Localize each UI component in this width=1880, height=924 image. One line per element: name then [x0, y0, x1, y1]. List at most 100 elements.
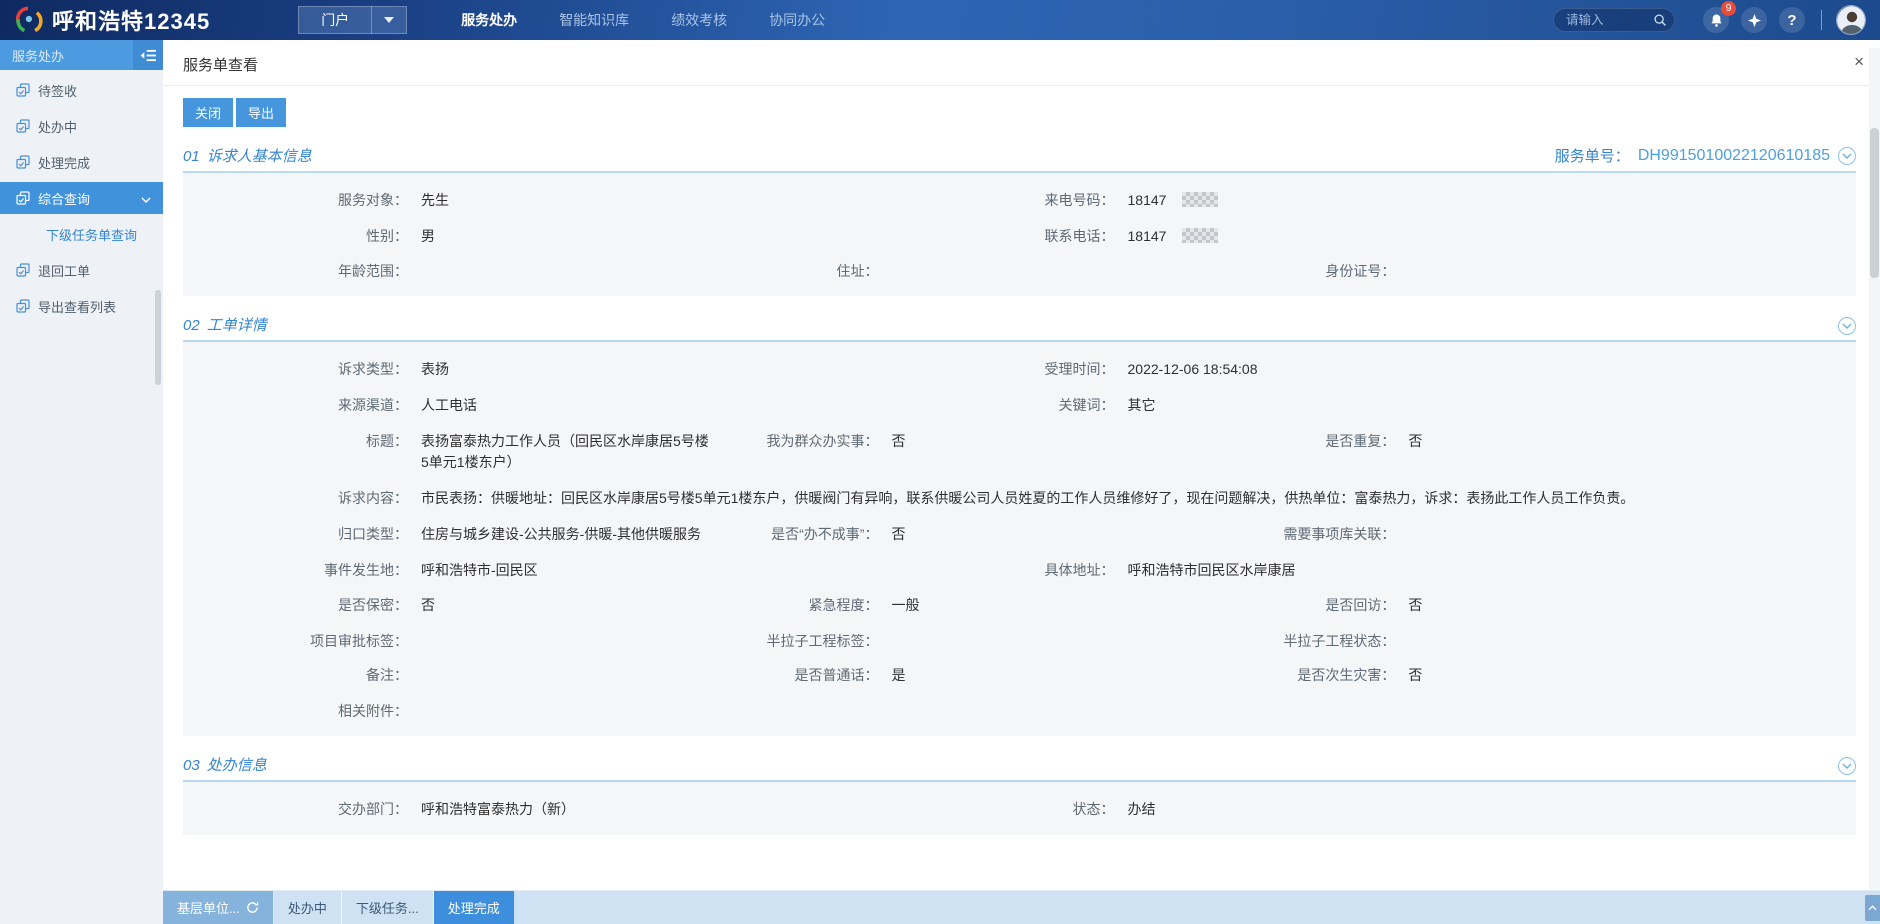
field-label: 半拉子工程状态：: [1245, 631, 1395, 651]
field-label: 具体地址：: [1020, 560, 1115, 580]
field-value: 呼和浩特市回民区水岸康居: [1128, 560, 1296, 582]
nav-service-handling[interactable]: 服务处办: [461, 10, 517, 30]
sidebar-header: 服务处办: [0, 40, 163, 70]
user-avatar[interactable]: [1836, 5, 1866, 35]
field-label: 项目审批标签：: [183, 631, 408, 651]
field-label: 我为群众办实事：: [743, 431, 878, 451]
chevron-down-icon: [141, 191, 151, 206]
help-button[interactable]: ?: [1779, 7, 1805, 33]
sidebar-item-label: 导出查看列表: [38, 297, 116, 316]
sidebar-item-in-progress[interactable]: 处办中: [0, 110, 163, 142]
field-cell: 来源渠道：人工电话: [183, 388, 1020, 424]
section-collapse-button[interactable]: [1838, 757, 1856, 775]
close-button[interactable]: 关闭: [183, 98, 233, 127]
order-number-label: 服务单号：: [1555, 145, 1630, 166]
nav-knowledge-base[interactable]: 智能知识库: [559, 10, 629, 30]
field-row: 服务对象：先生来电号码： 18147: [183, 183, 1856, 219]
field-label: 性别：: [183, 226, 408, 246]
field-label: 紧急程度：: [743, 595, 878, 615]
tab-label: 基层单位...: [177, 898, 240, 917]
nav-performance-review[interactable]: 绩效考核: [671, 10, 727, 30]
portal-dropdown-toggle[interactable]: [372, 17, 406, 23]
app-logo: 呼和浩特12345: [12, 3, 210, 38]
global-search: [1553, 8, 1675, 32]
tab-grassroots-unit[interactable]: 基层单位...: [163, 891, 274, 924]
question-mark-icon: ?: [1787, 12, 1796, 29]
field-cell: 来电号码： 18147: [1020, 183, 1857, 219]
search-icon[interactable]: [1653, 13, 1667, 27]
field-cell: 项目审批标签：: [183, 624, 743, 658]
field-label: 诉求内容：: [183, 488, 408, 508]
scrollbar-thumb[interactable]: [1870, 128, 1879, 278]
document-icon: [16, 191, 30, 205]
basic-info-panel: 服务对象：先生来电号码：18147性别：男联系电话：18147年龄范围：住址：身…: [183, 173, 1856, 296]
field-value: 男: [421, 226, 435, 248]
main-content: 服务单查看 × 关闭 导出 01诉求人基本信息 服务单号： DH99150100…: [163, 40, 1880, 924]
field-cell: 需要事项库关联：: [1245, 517, 1856, 553]
field-label: 是否重复：: [1245, 431, 1395, 451]
scroll-to-top-button[interactable]: [1865, 895, 1880, 921]
field-label: 诉求类型：: [183, 359, 408, 379]
sidebar-item-returned-orders[interactable]: 退回工单: [0, 254, 163, 286]
tab-completed[interactable]: 处理完成: [434, 891, 515, 924]
field-row: 标题：表扬富泰热力工作人员（回民区水岸康居5号楼5单元1楼东户）我为群众办实事：…: [183, 424, 1856, 481]
section-number: 01: [183, 148, 200, 165]
field-cell: 受理时间：2022-12-06 18:54:08: [1020, 352, 1857, 388]
section-header-handling-info: 03处办信息: [183, 754, 1856, 782]
sidebar-item-label: 退回工单: [38, 261, 90, 280]
field-value: 18147: [1128, 190, 1167, 212]
sidebar-scrollbar-thumb[interactable]: [155, 290, 161, 385]
field-cell: 服务对象：先生: [183, 183, 1020, 219]
page-title-bar: 服务单查看 ×: [163, 40, 1880, 86]
sidebar-collapse-button[interactable]: [133, 40, 163, 70]
field-cell: 住址：: [743, 254, 1245, 288]
field-label: 来电号码：: [1020, 190, 1115, 210]
section-collapse-button[interactable]: [1838, 317, 1856, 335]
sidebar-item-comprehensive-query[interactable]: 综合查询: [0, 182, 163, 214]
app-title: 呼和浩特12345: [52, 4, 210, 36]
field-cell: 是否普通话：是: [743, 658, 1245, 694]
section-title: 03处办信息: [183, 754, 267, 775]
field-row: 事件发生地：呼和浩特市-回民区具体地址：呼和浩特市回民区水岸康居: [183, 553, 1856, 589]
section-collapse-button[interactable]: [1838, 147, 1856, 165]
field-cell: 是否“办不成事”：否: [743, 517, 1245, 553]
field-cell: 是否保密：否: [183, 588, 743, 624]
field-row: 相关附件：: [183, 694, 1856, 728]
compass-icon: [1747, 13, 1762, 28]
navigation-compass-button[interactable]: [1741, 7, 1767, 33]
field-label: 标题：: [183, 431, 408, 451]
field-cell: 半拉子工程状态：: [1245, 624, 1856, 658]
page-title: 服务单查看: [183, 57, 258, 74]
close-icon[interactable]: ×: [1854, 53, 1864, 70]
order-number-value: DH9915010022120610185: [1638, 147, 1830, 165]
field-cell: 交办部门：呼和浩特富泰热力（新）: [183, 792, 1020, 828]
field-value: 其它: [1128, 395, 1156, 417]
tab-in-progress[interactable]: 处办中: [274, 891, 342, 924]
section-title-text: 处办信息: [207, 757, 267, 774]
field-row: 诉求内容：市民表扬：供暖地址：回民区水岸康居5号楼5单元1楼东户，供暖阀门有异响…: [183, 481, 1856, 517]
export-button[interactable]: 导出: [236, 98, 286, 127]
sidebar-item-label: 下级任务单查询: [46, 225, 137, 244]
sidebar-item-export-view-list[interactable]: 导出查看列表: [0, 290, 163, 322]
nav-collaboration[interactable]: 协同办公: [769, 10, 825, 30]
masked-value: [1182, 228, 1218, 243]
sidebar-item-label: 综合查询: [38, 189, 90, 208]
tab-subordinate-tasks[interactable]: 下级任务...: [342, 891, 434, 924]
field-row: 交办部门：呼和浩特富泰热力（新）状态：办结: [183, 792, 1856, 828]
field-label: 关键词：: [1020, 395, 1115, 415]
section-number: 02: [183, 317, 200, 334]
sidebar-item-completed[interactable]: 处理完成: [0, 146, 163, 178]
sidebar-item-pending-sign[interactable]: 待签收: [0, 74, 163, 106]
field-row: 年龄范围：住址：身份证号：: [183, 254, 1856, 288]
field-value: 人工电话: [421, 395, 477, 417]
field-cell: 归口类型：住房与城乡建设-公共服务-供暖-其他供暖服务: [183, 517, 743, 553]
notifications-button[interactable]: 9: [1703, 7, 1729, 33]
field-label: 相关附件：: [183, 701, 408, 721]
vertical-scrollbar[interactable]: [1869, 48, 1880, 889]
field-cell: 诉求内容：市民表扬：供暖地址：回民区水岸康居5号楼5单元1楼东户，供暖阀门有异响…: [183, 481, 1856, 517]
bottom-tab-bar: 基层单位... 处办中 下级任务... 处理完成: [163, 890, 1880, 924]
field-value: 2022-12-06 18:54:08: [1128, 359, 1258, 381]
portal-menu-button[interactable]: 门户: [298, 6, 407, 34]
sidebar-item-subordinate-task-query[interactable]: 下级任务单查询: [0, 218, 163, 250]
field-value: 否: [421, 595, 435, 617]
